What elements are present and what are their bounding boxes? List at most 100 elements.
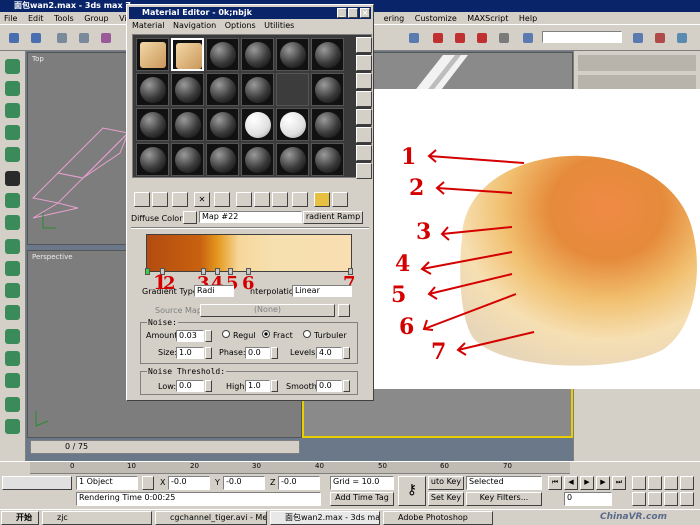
material-slot[interactable]: [206, 108, 239, 141]
material-slot[interactable]: [276, 38, 309, 71]
menu-options[interactable]: Options: [222, 20, 259, 32]
shape-icon[interactable]: [5, 239, 20, 254]
levels-spinner[interactable]: [343, 347, 350, 359]
menu-customize[interactable]: Customize: [411, 12, 461, 24]
high-field[interactable]: 1.0: [245, 380, 270, 392]
size-field[interactable]: 1.0: [176, 347, 204, 359]
radio-regular[interactable]: [222, 330, 230, 338]
key-icon[interactable]: ⚷: [398, 476, 426, 506]
assign-material-icon[interactable]: [172, 192, 188, 207]
menu-tools[interactable]: Tools: [50, 12, 78, 24]
smooth-field[interactable]: 0.0: [316, 380, 342, 392]
particles-icon[interactable]: [5, 373, 20, 388]
start-button[interactable]: 开始: [1, 511, 39, 525]
y-coordinate-field[interactable]: -0.0: [223, 476, 265, 490]
zoom-extents-all-icon[interactable]: [680, 476, 694, 490]
uv-tiling-icon[interactable]: [356, 91, 372, 107]
helper-icon[interactable]: [5, 261, 20, 276]
bind-space-warp-button[interactable]: [96, 28, 115, 47]
material-slot[interactable]: [241, 38, 274, 71]
material-slot[interactable]: [241, 73, 274, 106]
align-button[interactable]: [650, 28, 669, 47]
phase-field[interactable]: 0.0: [245, 347, 270, 359]
menu-file[interactable]: File: [0, 12, 21, 24]
menu-help[interactable]: Help: [515, 12, 541, 24]
lock-icon[interactable]: [142, 476, 154, 490]
percent-snap-button[interactable]: [472, 28, 491, 47]
go-to-end-icon[interactable]: ⏭: [612, 476, 626, 490]
orbit-icon[interactable]: [664, 492, 678, 506]
radio-turbulence[interactable]: [303, 330, 311, 338]
material-slot[interactable]: [206, 143, 239, 176]
play-icon[interactable]: ▶: [580, 476, 594, 490]
undo-button[interactable]: [4, 28, 23, 47]
high-spinner[interactable]: [271, 380, 278, 392]
menu-material[interactable]: Material: [129, 20, 168, 32]
menu-maxscript[interactable]: MAXScript: [463, 12, 512, 24]
z-coordinate-field[interactable]: -0.0: [278, 476, 320, 490]
material-slot[interactable]: [276, 108, 309, 141]
material-slot[interactable]: [241, 143, 274, 176]
zoom-all-icon[interactable]: [648, 476, 662, 490]
smooth-spinner[interactable]: [343, 380, 350, 392]
x-coordinate-field[interactable]: -0.0: [168, 476, 210, 490]
zoom-extents-icon[interactable]: [664, 476, 678, 490]
show-end-result-icon[interactable]: [292, 192, 308, 207]
material-slot[interactable]: [206, 73, 239, 106]
taskbar-item-active[interactable]: 面包wan2.max - 3ds max...: [270, 511, 380, 525]
material-slot[interactable]: [136, 108, 169, 141]
background-icon[interactable]: [356, 73, 372, 89]
map-name-field[interactable]: Map #22: [199, 211, 302, 223]
size-spinner[interactable]: [205, 347, 212, 359]
patch-icon[interactable]: [5, 329, 20, 344]
named-selection-button[interactable]: [518, 28, 537, 47]
gradient-ramp[interactable]: [146, 234, 352, 272]
material-slot[interactable]: [311, 73, 344, 106]
show-map-icon[interactable]: [272, 192, 288, 207]
material-slot[interactable]: [136, 73, 169, 106]
hierarchy-icon[interactable]: [5, 103, 20, 118]
next-frame-icon[interactable]: ▶: [596, 476, 610, 490]
sample-type-icon[interactable]: [356, 37, 372, 53]
radio-fractal[interactable]: [262, 330, 270, 338]
minimize-button[interactable]: _: [337, 8, 347, 18]
material-slot[interactable]: [171, 108, 204, 141]
put-to-library-icon[interactable]: [236, 192, 252, 207]
select-move-button[interactable]: [404, 28, 423, 47]
go-to-start-icon[interactable]: ⏮: [548, 476, 562, 490]
layer-manager-button[interactable]: [672, 28, 691, 47]
track-bar[interactable]: 0 10 20 30 40 50 60 70: [30, 462, 570, 474]
compound-icon[interactable]: [5, 419, 20, 434]
add-time-tag-button[interactable]: Add Time Tag: [330, 492, 394, 506]
map-type-button[interactable]: radient Ramp: [303, 211, 363, 224]
low-spinner[interactable]: [205, 380, 212, 392]
phase-spinner[interactable]: [271, 347, 278, 359]
material-slot[interactable]: [171, 73, 204, 106]
material-slot[interactable]: [276, 143, 309, 176]
auto-key-button[interactable]: uto Key: [428, 476, 464, 490]
bones-icon[interactable]: [5, 397, 20, 412]
interpolation-dropdown[interactable]: Linear: [292, 285, 352, 297]
pick-material-icon[interactable]: [183, 211, 197, 224]
key-mode-dropdown[interactable]: Selected: [466, 476, 542, 490]
maxscript-listener[interactable]: [2, 476, 72, 490]
material-slot[interactable]: [311, 38, 344, 71]
menu-edit[interactable]: Edit: [24, 12, 48, 24]
named-selection-dropdown[interactable]: [542, 31, 622, 43]
close-button[interactable]: ×: [360, 8, 370, 18]
taskbar-item[interactable]: cgchannel_tiger.avi - Med...: [155, 511, 267, 525]
mirror-button[interactable]: [628, 28, 647, 47]
go-forward-icon[interactable]: [332, 192, 348, 207]
utilities-icon[interactable]: [5, 171, 20, 186]
options-icon[interactable]: [356, 145, 372, 161]
spacewarp-icon[interactable]: [5, 283, 20, 298]
material-slot[interactable]: [311, 108, 344, 141]
spinner-snap-button[interactable]: [494, 28, 513, 47]
video-check-icon[interactable]: [356, 109, 372, 125]
levels-field[interactable]: 4.0: [316, 347, 342, 359]
make-unique-icon[interactable]: [214, 192, 230, 207]
command-panel-subtabs[interactable]: [578, 75, 696, 89]
previous-frame-icon[interactable]: ◀: [564, 476, 578, 490]
fov-icon[interactable]: [632, 492, 646, 506]
low-field[interactable]: 0.0: [176, 380, 204, 392]
